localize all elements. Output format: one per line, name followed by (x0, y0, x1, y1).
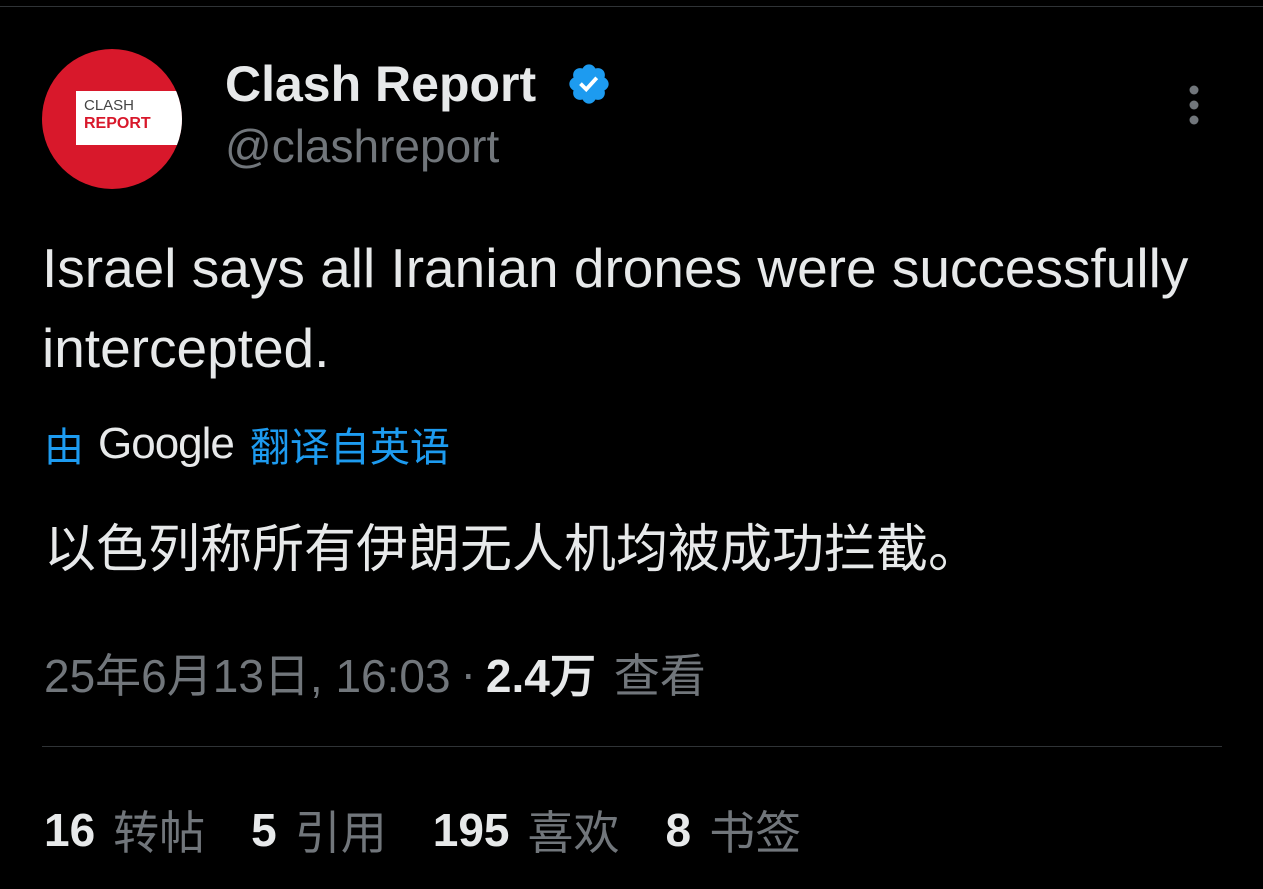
tweet-timestamp[interactable]: 25年6月13日, 16:03 (44, 640, 451, 706)
verified-badge-icon (569, 64, 609, 104)
translated-text: 以色列称所有伊朗无人机均被成功拦截。 (44, 521, 981, 579)
stat-label: 书签 (709, 807, 802, 859)
views-count: 2.4万 (485, 650, 596, 702)
translation-attribution[interactable]: 由 Google 翻译自英语 (44, 414, 450, 474)
stat-count: 195 (432, 804, 510, 856)
avatar[interactable]: CLASH REPORT (42, 49, 182, 189)
translation-by-label: 由 (44, 426, 84, 470)
stat-label: 喜欢 (527, 807, 620, 859)
stat-count: 5 (251, 804, 277, 856)
more-vertical-icon[interactable] (1172, 82, 1216, 128)
tweet-text: Israel says all Iranian drones were succ… (42, 237, 1189, 379)
translation-from-label[interactable]: 翻译自英语 (250, 415, 450, 473)
google-logo: Google (98, 419, 235, 468)
stat-quotes[interactable]: 5 引用 (251, 797, 387, 863)
views-label: 查看 (613, 650, 706, 702)
stat-likes[interactable]: 195 喜欢 (433, 797, 620, 863)
stats-divider (42, 746, 1222, 747)
stat-count: 16 (44, 804, 96, 856)
stat-reposts[interactable]: 16 转帖 (44, 797, 205, 863)
author-display-name[interactable]: Clash Report (225, 55, 536, 113)
engagement-stats: 16 转帖 5 引用 195 喜欢 8 书签 (44, 798, 847, 862)
author-handle[interactable]: @clashreport (225, 118, 499, 174)
stat-count: 8 (665, 804, 692, 856)
stat-bookmarks[interactable]: 8 书签 (666, 797, 802, 863)
top-divider (0, 6, 1263, 7)
stat-label: 转帖 (113, 807, 206, 859)
avatar-logo-bottom: REPORT (84, 115, 151, 132)
tweet-meta: 25年6月13日, 16:03 · 2.4万 查看 (44, 642, 706, 704)
stat-label: 引用 (294, 807, 387, 859)
avatar-logo-top: CLASH (84, 97, 135, 114)
meta-separator: · (460, 647, 476, 699)
